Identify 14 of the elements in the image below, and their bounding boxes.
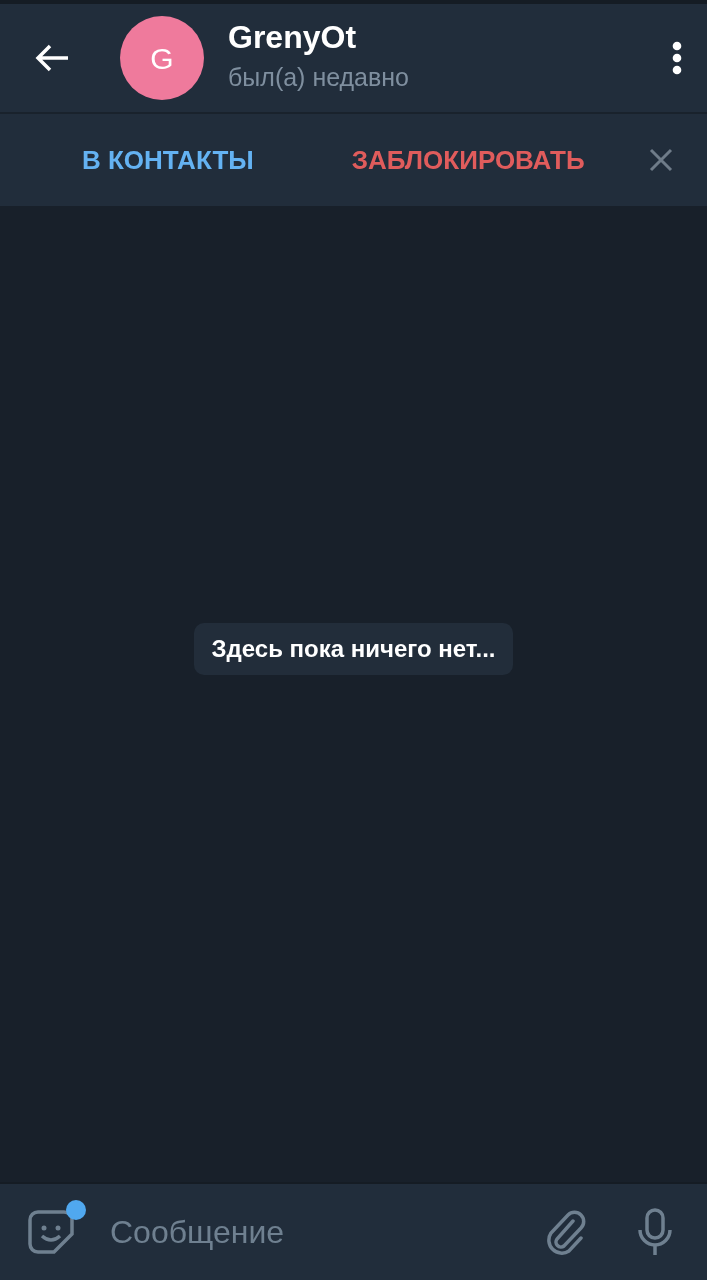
attach-icon[interactable] — [545, 1209, 587, 1255]
more-menu-icon[interactable] — [671, 41, 683, 75]
last-seen-status: был(а) недавно — [228, 61, 411, 93]
block-button[interactable]: ЗАБЛОКИРОВАТЬ — [351, 140, 585, 180]
message-input[interactable]: Сообщение — [86, 1208, 545, 1256]
sticker-button[interactable] — [28, 1200, 86, 1256]
add-contact-button[interactable]: В КОНТАКТЫ — [82, 140, 254, 180]
contact-name: GrenyOt — [228, 19, 358, 55]
empty-chat-notice: Здесь пока ничего нет... — [193, 623, 514, 675]
close-icon[interactable] — [649, 148, 673, 172]
microphone-icon[interactable] — [637, 1208, 673, 1256]
message-composer[interactable]: Сообщение — [0, 1182, 707, 1280]
avatar[interactable]: G — [120, 16, 204, 100]
back-button[interactable] — [34, 43, 70, 73]
